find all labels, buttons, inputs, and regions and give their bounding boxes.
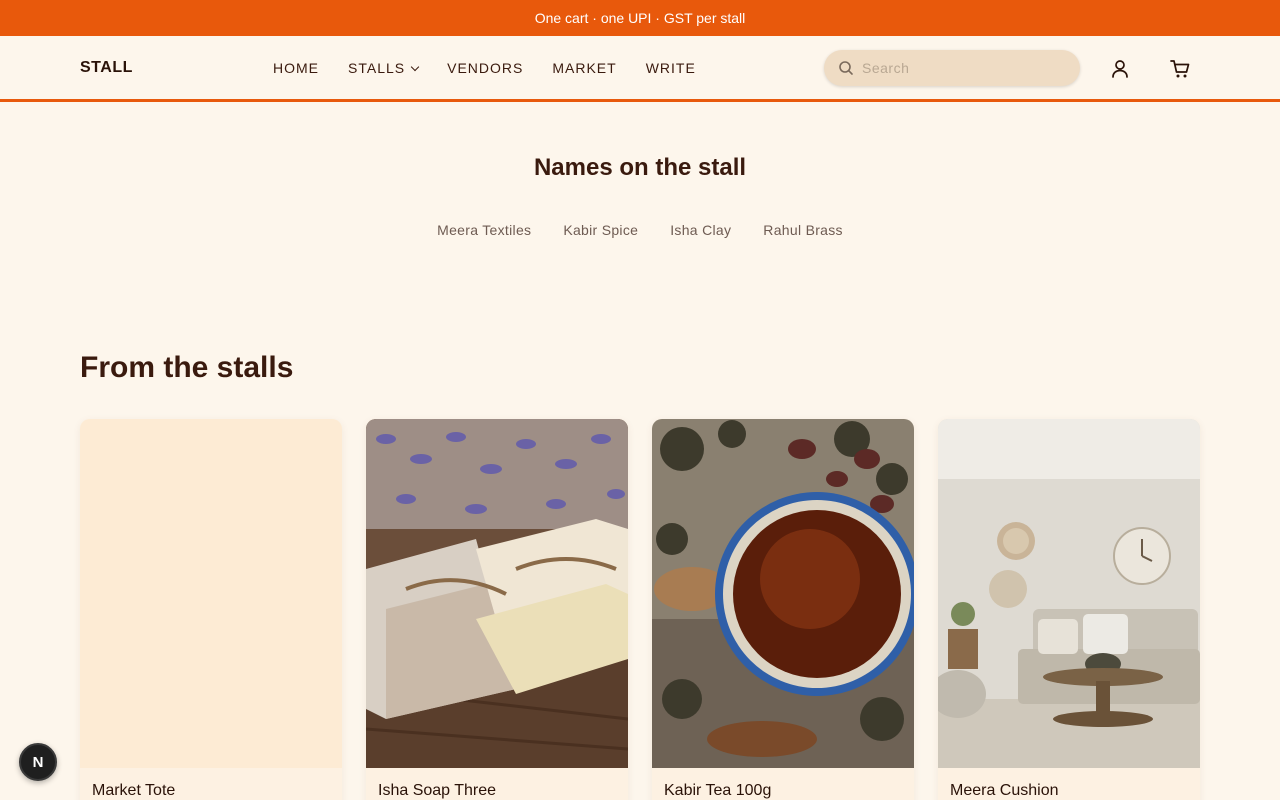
search-box: [824, 50, 1080, 86]
tea-product-image: [652, 419, 914, 768]
stalls-title: From the stalls: [80, 351, 294, 384]
cart-icon: [1170, 60, 1190, 78]
product-image-placeholder: [80, 419, 342, 768]
nav-stalls-label: STALLS: [348, 60, 406, 76]
nav-stalls[interactable]: STALLS: [348, 60, 420, 76]
promo-text: One cart · one UPI · GST per stall: [534, 10, 746, 26]
vendor-link[interactable]: Isha Clay: [670, 222, 731, 238]
search-input[interactable]: [862, 60, 1062, 76]
cushion-product-image: [938, 419, 1200, 768]
product-title: Kabir Tea 100g: [664, 782, 772, 799]
nav-vendors[interactable]: VENDORS: [447, 60, 523, 76]
product-card[interactable]: Isha Soap Three: [366, 419, 628, 800]
chevron-down-icon: [410, 62, 420, 71]
nav-market[interactable]: MARKET: [552, 60, 616, 76]
vendor-link[interactable]: Kabir Spice: [563, 222, 638, 238]
product-title: Meera Cushion: [950, 782, 1059, 799]
product-card[interactable]: Meera Cushion: [938, 419, 1200, 800]
product-card[interactable]: Market Tote: [80, 419, 342, 800]
product-title: Market Tote: [92, 782, 176, 799]
vendor-names: Meera Textiles Kabir Spice Isha Clay Rah…: [0, 222, 1280, 238]
cart-button[interactable]: [1169, 58, 1191, 80]
product-card[interactable]: Kabir Tea 100g: [652, 419, 914, 800]
vendor-link[interactable]: Rahul Brass: [763, 222, 843, 238]
names-section: Names on the stall Meera Textiles Kabir …: [0, 154, 1280, 238]
promo-banner: One cart · one UPI · GST per stall: [0, 0, 1280, 36]
soap-product-image: [366, 419, 628, 768]
search-icon: [839, 61, 853, 75]
account-button[interactable]: [1109, 58, 1131, 80]
product-grid: Market Tote Isha Soap Three Kabir Tea 10…: [80, 419, 1200, 800]
main-nav: HOME STALLS VENDORS MARKET WRITE: [273, 60, 696, 76]
nav-home[interactable]: HOME: [273, 60, 319, 76]
vendor-link[interactable]: Meera Textiles: [437, 222, 531, 238]
site-logo[interactable]: STALL: [80, 59, 133, 77]
site-header: STALL HOME STALLS VENDORS MARKET WRITE: [0, 36, 1280, 102]
names-title: Names on the stall: [533, 154, 747, 181]
user-icon: [1112, 60, 1128, 78]
framework-badge[interactable]: N: [19, 743, 57, 781]
nav-write[interactable]: WRITE: [646, 60, 696, 76]
product-title: Isha Soap Three: [378, 782, 497, 799]
